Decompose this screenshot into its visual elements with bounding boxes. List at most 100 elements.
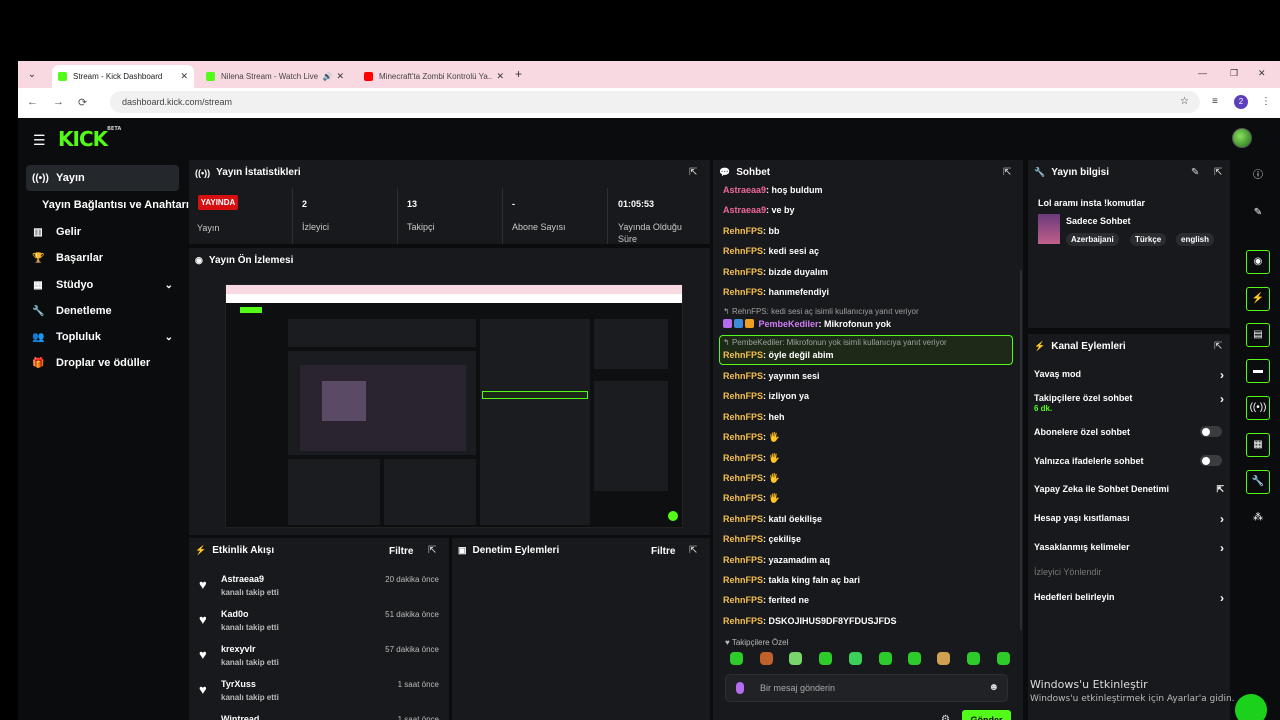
channel-action-item[interactable]: Hesap yaşı kısıtlaması ›	[1034, 512, 1224, 526]
chat-message[interactable]: RehnFPS: 🖐	[723, 453, 780, 464]
popout-icon[interactable]: ⇱	[1214, 341, 1222, 352]
tag-turkce[interactable]: Türkçe	[1130, 233, 1167, 246]
chat-message[interactable]: RehnFPS: katıl öekilişe	[723, 514, 822, 524]
forward-icon[interactable]: →	[53, 96, 64, 108]
layout-nodes-icon[interactable]: ⁂	[1246, 507, 1270, 531]
channel-action-item[interactable]: Hedefleri belirleyin ›	[1034, 591, 1224, 605]
close-tab-icon[interactable]: ✕	[336, 71, 344, 82]
tab-kick-dashboard[interactable]: Stream - Kick Dashboard ✕	[52, 65, 194, 88]
category-name[interactable]: Sadece Sohbet	[1066, 216, 1131, 226]
chat-username[interactable]: RehnFPS	[723, 575, 763, 585]
channel-action-item[interactable]: Yapay Zeka ile Sohbet Denetimi ⇱	[1034, 484, 1224, 494]
emote-icon[interactable]	[997, 652, 1010, 665]
reload-icon[interactable]: ⟳	[78, 96, 87, 109]
chat-message[interactable]: RehnFPS: 🖐	[723, 473, 780, 484]
popout-icon[interactable]: ⇱	[689, 545, 697, 556]
emote-icon[interactable]	[819, 652, 832, 665]
chat-username[interactable]: RehnFPS	[723, 555, 763, 565]
emote-icon[interactable]	[879, 652, 892, 665]
sidebar-item-topluluk[interactable]: 👥 Topluluk ⌄	[26, 324, 179, 350]
list-item[interactable]: ♥ krexyvlr kanalı takip etti 57 dakika önce	[199, 641, 439, 677]
chat-username[interactable]: Astraeaa9	[723, 205, 766, 215]
chat-username[interactable]: RehnFPS	[723, 412, 763, 422]
feed-username[interactable]: krexyvlr	[221, 644, 256, 654]
bookmark-star-icon[interactable]: ☆	[1180, 96, 1189, 107]
sidebar-item-basarilar[interactable]: 🏆 Başarılar	[26, 245, 179, 271]
preview-toggle-icon[interactable]: ◉	[1246, 250, 1270, 274]
chat-username[interactable]: RehnFPS	[723, 246, 763, 256]
broadcast-icon[interactable]: ((•))	[1246, 396, 1270, 420]
category-thumbnail[interactable]	[1038, 214, 1060, 244]
chat-bubble-icon[interactable]: ▬	[1246, 359, 1270, 383]
chat-message[interactable]: RehnFPS: izliyon ya	[723, 391, 809, 401]
channel-action-item[interactable]: İzleyici Yönlendir	[1034, 567, 1222, 577]
chat-message[interactable]: PembeKediler: Mikrofonun yok	[723, 319, 891, 329]
sidebar-item-denetleme[interactable]: 🔧 Denetleme	[26, 298, 179, 324]
settings-gear-icon[interactable]: ⚙	[941, 714, 950, 720]
chat-message[interactable]: RehnFPS: hanımefendiyi	[723, 287, 829, 297]
tag-azerbaijani[interactable]: Azerbaijani	[1066, 233, 1119, 246]
chat-username[interactable]: RehnFPS	[723, 287, 763, 297]
chat-message[interactable]: RehnFPS: takla king faln aç bari	[723, 575, 860, 585]
chat-username[interactable]: Astraeaa9	[723, 185, 766, 195]
feed-username[interactable]: Astraeaa9	[221, 574, 264, 584]
chat-username[interactable]: RehnFPS	[723, 514, 763, 524]
chat-username[interactable]: RehnFPS	[723, 267, 763, 277]
feed-username[interactable]: Wintread	[221, 714, 259, 720]
info-icon[interactable]: ⓘ	[1246, 165, 1270, 189]
media-queue-icon[interactable]: ≡	[1212, 96, 1218, 107]
list-item[interactable]: ♥ Astraeaa9 kanalı takip etti 20 dakika önc…	[199, 571, 439, 607]
emote-icon[interactable]	[849, 652, 862, 665]
chat-message[interactable]: RehnFPS: DSKOJIHUS9DF8YFDUSJFDS	[723, 616, 897, 626]
kick-logo[interactable]: KICKBETA	[58, 126, 121, 151]
chat-username[interactable]: RehnFPS	[723, 453, 763, 463]
chevron-right-icon[interactable]: ›	[1220, 541, 1224, 555]
chat-message[interactable]: RehnFPS: 🖐	[723, 432, 780, 443]
emoji-icon[interactable]: ☻	[988, 682, 999, 693]
close-tab-icon[interactable]: ✕	[496, 71, 504, 82]
feed-username[interactable]: TyrXuss	[221, 679, 256, 689]
chat-message[interactable]: RehnFPS: yazamadım aq	[723, 555, 830, 565]
chat-message[interactable]: RehnFPS: heh	[723, 412, 785, 422]
stream-preview-video[interactable]	[225, 284, 683, 528]
sidebar-item-studyo[interactable]: ▦ Stüdyo ⌄	[26, 272, 179, 298]
chevron-right-icon[interactable]: ›	[1220, 512, 1224, 526]
sidebar-item-stream-key[interactable]: Yayın Bağlantısı ve Anahtarı	[42, 199, 189, 211]
popout-icon[interactable]: ⇱	[1003, 167, 1011, 178]
popout-icon[interactable]: ⇱	[689, 167, 697, 178]
chevron-right-icon[interactable]: ›	[1220, 591, 1224, 605]
tab-minecraft-video[interactable]: Minecraft'ta Zombi Kontrolü Ya... ✕	[358, 65, 510, 88]
chat-input[interactable]: Bir mesaj gönderin ☻	[725, 674, 1008, 702]
chat-message[interactable]: Astraeaa9: ve by	[723, 205, 795, 215]
channel-action-item[interactable]: Abonelere özel sohbet	[1034, 426, 1222, 437]
chat-message[interactable]: RehnFPS: öyle değil abim	[723, 350, 834, 360]
list-item[interactable]: ♥ Kad0o kanalı takip etti 51 dakika önce	[199, 606, 439, 642]
channel-action-item[interactable]: Takipçilere özel sohbet 6 dk. ›	[1034, 392, 1224, 413]
chat-username[interactable]: RehnFPS	[723, 350, 763, 360]
chat-username[interactable]: RehnFPS	[723, 473, 763, 483]
emote-icon[interactable]	[908, 652, 921, 665]
floating-action-button[interactable]	[1235, 694, 1267, 720]
feed-username[interactable]: Kad0o	[221, 609, 249, 619]
chat-username[interactable]: PembeKediler	[759, 319, 819, 329]
popout-icon[interactable]: ⇱	[1214, 167, 1222, 178]
chevron-right-icon[interactable]: ›	[1220, 368, 1224, 382]
mic-icon[interactable]	[736, 682, 744, 694]
send-button[interactable]: Gönder	[962, 710, 1011, 720]
back-icon[interactable]: ←	[27, 96, 38, 108]
list-item[interactable]: ♥ TyrXuss kanalı takip etti 1 saat önce	[199, 676, 439, 712]
chat-message[interactable]: Astraeaa9: hoş buldum	[723, 185, 823, 195]
document-icon[interactable]: ▤	[1246, 323, 1270, 347]
chat-username[interactable]: RehnFPS	[723, 432, 763, 442]
filter-button[interactable]: Filtre	[651, 546, 675, 557]
chat-message[interactable]: RehnFPS: 🖐	[723, 493, 780, 504]
emote-icon[interactable]	[967, 652, 980, 665]
menu-dots-icon[interactable]: ⋮	[1261, 96, 1271, 107]
chat-username[interactable]: RehnFPS	[723, 371, 763, 381]
emote-icon[interactable]	[730, 652, 743, 665]
chat-username[interactable]: RehnFPS	[723, 493, 763, 503]
popout-icon[interactable]: ⇱	[428, 545, 436, 556]
emote-icon[interactable]	[760, 652, 773, 665]
pencil-icon[interactable]: ✎	[1246, 202, 1270, 226]
channel-action-item[interactable]: Yalnızca ifadelerle sohbet	[1034, 455, 1222, 466]
